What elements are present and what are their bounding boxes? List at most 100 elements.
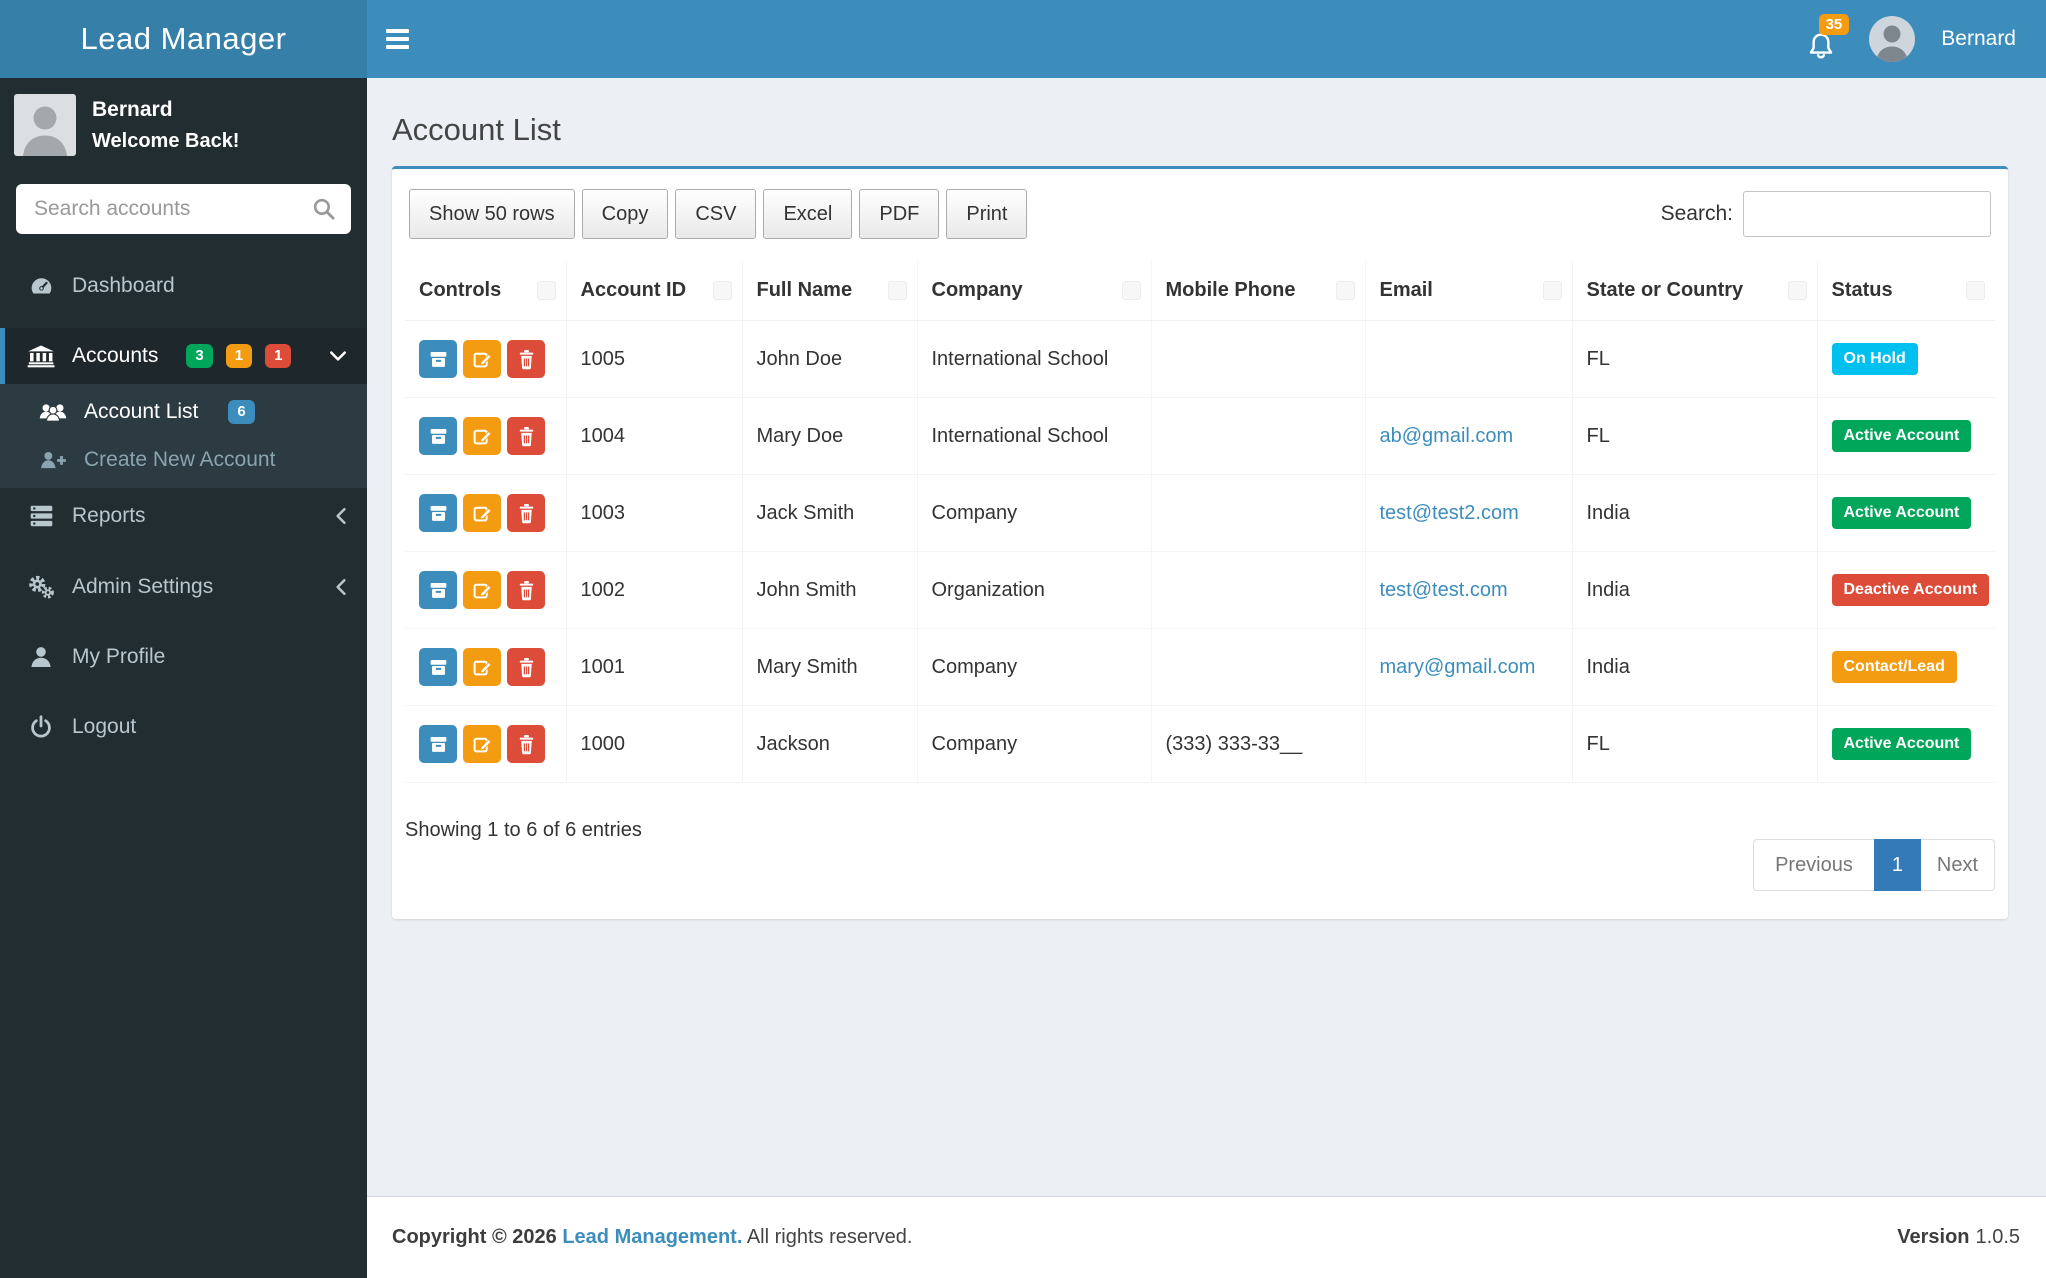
- column-header-account-id[interactable]: Account ID: [566, 261, 743, 321]
- accounts-badges: 3 1 1: [186, 344, 292, 368]
- column-header-full-name[interactable]: Full Name: [742, 261, 918, 321]
- company-cell: International School: [917, 320, 1152, 398]
- topbar: Lead Manager 35 Bernard: [0, 0, 2046, 78]
- email-cell: test@test.com: [1365, 551, 1573, 629]
- email-link[interactable]: test@test2.com: [1380, 502, 1519, 524]
- notifications-button[interactable]: 35: [1799, 14, 1850, 64]
- archive-button[interactable]: [419, 340, 457, 378]
- sidebar-item-admin-settings[interactable]: Admin Settings: [0, 558, 367, 615]
- edit-button[interactable]: [463, 648, 501, 686]
- mobile-phone-cell: [1151, 551, 1366, 629]
- sort-icon: [1966, 280, 1985, 300]
- table-row: 1005 John Doe International School FL On Hol…: [405, 320, 1995, 398]
- search-icon[interactable]: [311, 196, 337, 222]
- table-row: 1000 Jackson Company (333) 333-33__ FL Active…: [405, 705, 1995, 783]
- dashboard-icon: [26, 274, 56, 298]
- table-body: 1005 John Doe International School FL On Hol…: [405, 320, 1995, 783]
- sidebar-item-label: Reports: [72, 504, 146, 527]
- sidebar-user-greeting: Welcome Back!: [92, 129, 240, 152]
- sort-icon: [1542, 280, 1562, 300]
- column-header-controls[interactable]: Controls: [405, 261, 567, 321]
- delete-button[interactable]: [507, 571, 545, 609]
- user-icon: [26, 645, 56, 669]
- edit-button[interactable]: [463, 725, 501, 763]
- notification-count-badge: 35: [1818, 14, 1850, 35]
- user-menu[interactable]: Bernard: [1941, 27, 2016, 51]
- pdf-button[interactable]: PDF: [859, 189, 940, 239]
- controls-cell: [405, 474, 567, 552]
- column-header-mobile-phone[interactable]: Mobile Phone: [1151, 261, 1366, 321]
- navbar: 35 Bernard: [367, 0, 2046, 78]
- archive-button[interactable]: [419, 571, 457, 609]
- archive-button[interactable]: [419, 494, 457, 532]
- column-header-company[interactable]: Company: [917, 261, 1152, 321]
- email-cell: [1365, 320, 1573, 398]
- sidebar-item-logout[interactable]: Logout: [0, 699, 367, 755]
- edit-button[interactable]: [463, 571, 501, 609]
- next-page-button[interactable]: Next: [1920, 839, 1995, 891]
- sidebar-user-name: Bernard: [92, 97, 173, 121]
- account-id-cell: 1002: [566, 551, 743, 629]
- archive-button[interactable]: [419, 417, 457, 455]
- brand-logo[interactable]: Lead Manager: [0, 0, 367, 78]
- sidebar-toggle-button[interactable]: [367, 0, 427, 78]
- content-area: Account List Show 50 rows Copy CSV Excel…: [367, 78, 2046, 1278]
- table-search-input[interactable]: [1743, 191, 1991, 237]
- version-text: Version 1.0.5: [1897, 1226, 2020, 1248]
- archive-button[interactable]: [419, 648, 457, 686]
- delete-button[interactable]: [507, 648, 545, 686]
- edit-button[interactable]: [463, 340, 501, 378]
- state-cell: FL: [1572, 705, 1818, 783]
- email-link[interactable]: mary@gmail.com: [1380, 656, 1536, 678]
- sidebar-item-accounts[interactable]: Accounts 3 1 1: [0, 328, 367, 384]
- status-badge: Deactive Account: [1831, 574, 1990, 606]
- sidebar-item-label: Accounts: [72, 344, 159, 367]
- delete-button[interactable]: [507, 725, 545, 763]
- account-id-cell: 1001: [566, 628, 743, 706]
- sidebar-search-input[interactable]: [16, 184, 351, 234]
- accounts-table: Controls Account ID Full Name Company Mo…: [405, 261, 1995, 783]
- user-plus-icon: [38, 449, 68, 471]
- table-header-row: Controls Account ID Full Name Company Mo…: [405, 261, 1995, 321]
- sidebar-item-my-profile[interactable]: My Profile: [0, 629, 367, 685]
- page-title: Account List: [392, 112, 561, 147]
- delete-button[interactable]: [507, 494, 545, 532]
- column-header-state[interactable]: State or Country: [1572, 261, 1818, 321]
- email-cell: ab@gmail.com: [1365, 397, 1573, 475]
- delete-button[interactable]: [507, 417, 545, 455]
- sidebar-item-create-new-account[interactable]: Create New Account: [0, 436, 367, 484]
- edit-button[interactable]: [463, 417, 501, 455]
- column-header-status[interactable]: Status: [1817, 261, 1995, 321]
- email-link[interactable]: ab@gmail.com: [1380, 425, 1514, 447]
- footer-brand-link[interactable]: Lead Management.: [562, 1226, 742, 1248]
- excel-button[interactable]: Excel: [763, 189, 853, 239]
- full-name-cell: Mary Doe: [742, 397, 918, 475]
- accounts-badge-yellow: 1: [225, 344, 253, 368]
- sort-icon: [887, 280, 907, 300]
- status-badge: Active Account: [1831, 497, 1972, 529]
- sidebar-item-account-list[interactable]: Account List 6: [0, 388, 367, 436]
- show-rows-button[interactable]: Show 50 rows: [409, 189, 575, 239]
- delete-button[interactable]: [507, 340, 545, 378]
- sidebar-item-reports[interactable]: Reports: [0, 488, 367, 544]
- column-header-email[interactable]: Email: [1365, 261, 1573, 321]
- print-button[interactable]: Print: [946, 189, 1028, 239]
- mobile-phone-cell: [1151, 474, 1366, 552]
- status-cell: Contact/Lead: [1817, 628, 1995, 706]
- sidebar-search: [16, 184, 351, 234]
- account-list-box: Show 50 rows Copy CSV Excel PDF Print Se…: [392, 166, 2008, 919]
- chevron-left-icon: [335, 507, 347, 525]
- user-avatar[interactable]: [1869, 16, 1916, 62]
- copy-button[interactable]: Copy: [581, 189, 669, 239]
- previous-page-button[interactable]: Previous: [1753, 839, 1874, 891]
- company-cell: Company: [917, 705, 1152, 783]
- state-cell: India: [1572, 628, 1818, 706]
- edit-button[interactable]: [463, 494, 501, 532]
- current-page-button[interactable]: 1: [1873, 839, 1921, 891]
- email-link[interactable]: test@test.com: [1380, 579, 1508, 601]
- state-cell: FL: [1572, 397, 1818, 475]
- csv-button[interactable]: CSV: [675, 189, 757, 239]
- sidebar-item-dashboard[interactable]: Dashboard: [0, 258, 367, 314]
- power-icon: [26, 715, 56, 739]
- archive-button[interactable]: [419, 725, 457, 763]
